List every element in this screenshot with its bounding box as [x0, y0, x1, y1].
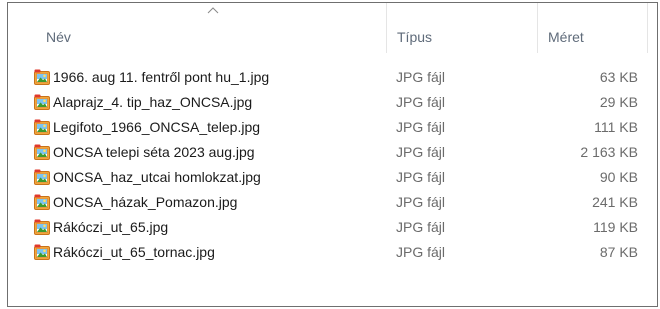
- file-name: ONCSA_haz_utcai homlokzat.jpg: [53, 169, 261, 185]
- file-size: 87 KB: [599, 244, 638, 260]
- column-divider[interactable]: [647, 3, 648, 53]
- file-size: 241 KB: [592, 194, 638, 210]
- file-type: JPG fájl: [396, 69, 446, 85]
- file-name: Legifoto_1966_ONCSA_telep.jpg: [53, 119, 261, 135]
- file-row[interactable]: ONCSA telepi séta 2023 aug.jpg JPG fájl …: [8, 140, 657, 165]
- column-header-name[interactable]: Név: [8, 3, 386, 53]
- file-size: 119 KB: [593, 219, 638, 235]
- file-type: JPG fájl: [396, 119, 446, 135]
- file-row[interactable]: Rákóczi_ut_65.jpg JPG fájl 119 KB: [8, 215, 657, 240]
- file-size: 2 163 KB: [580, 144, 638, 160]
- file-type: JPG fájl: [396, 169, 446, 185]
- column-header-size-label: Méret: [548, 29, 584, 45]
- jpg-photo-icon: [34, 119, 50, 135]
- column-header-name-label: Név: [46, 29, 71, 45]
- file-type: JPG fájl: [396, 194, 446, 210]
- file-row[interactable]: Rákóczi_ut_65_tornac.jpg JPG fájl 87 KB: [8, 240, 657, 265]
- file-size: 111 KB: [594, 119, 638, 135]
- file-size: 90 KB: [599, 169, 638, 185]
- jpg-photo-icon: [34, 194, 50, 210]
- jpg-photo-icon: [34, 219, 50, 235]
- file-type: JPG fájl: [396, 244, 446, 260]
- file-row[interactable]: Alaprajz_4. tip_haz_ONCSA.jpg JPG fájl 2…: [8, 90, 657, 115]
- chevron-up-icon: [207, 7, 219, 14]
- column-header-size[interactable]: Méret: [537, 3, 647, 53]
- jpg-photo-icon: [34, 144, 50, 160]
- file-name: ONCSA telepi séta 2023 aug.jpg: [53, 144, 255, 160]
- file-size: 63 KB: [599, 69, 638, 85]
- file-name: Rákóczi_ut_65.jpg: [53, 219, 169, 235]
- file-name: Rákóczi_ut_65_tornac.jpg: [53, 244, 215, 260]
- jpg-photo-icon: [34, 244, 50, 260]
- file-row[interactable]: 1966. aug 11. fentről pont hu_1.jpg JPG …: [8, 65, 657, 90]
- file-name: Alaprajz_4. tip_haz_ONCSA.jpg: [53, 94, 253, 110]
- file-type: JPG fájl: [396, 94, 446, 110]
- file-row[interactable]: Legifoto_1966_ONCSA_telep.jpg JPG fájl 1…: [8, 115, 657, 140]
- column-header-type[interactable]: Típus: [386, 3, 537, 53]
- column-header-bar: Név Típus Méret: [8, 3, 657, 53]
- jpg-photo-icon: [34, 69, 50, 85]
- file-row[interactable]: ONCSA_haz_utcai homlokzat.jpg JPG fájl 9…: [8, 165, 657, 190]
- jpg-photo-icon: [34, 94, 50, 110]
- file-rows: 1966. aug 11. fentről pont hu_1.jpg JPG …: [8, 65, 657, 265]
- jpg-photo-icon: [34, 169, 50, 185]
- file-size: 29 KB: [599, 94, 638, 110]
- file-list-view: Név Típus Méret 1966. aug 11. fentről po…: [7, 2, 658, 307]
- file-type: JPG fájl: [396, 219, 446, 235]
- file-name: ONCSA_házak_Pomazon.jpg: [53, 194, 238, 210]
- file-type: JPG fájl: [396, 144, 446, 160]
- file-name: 1966. aug 11. fentről pont hu_1.jpg: [53, 69, 270, 85]
- file-row[interactable]: ONCSA_házak_Pomazon.jpg JPG fájl 241 KB: [8, 190, 657, 215]
- column-header-type-label: Típus: [397, 29, 433, 45]
